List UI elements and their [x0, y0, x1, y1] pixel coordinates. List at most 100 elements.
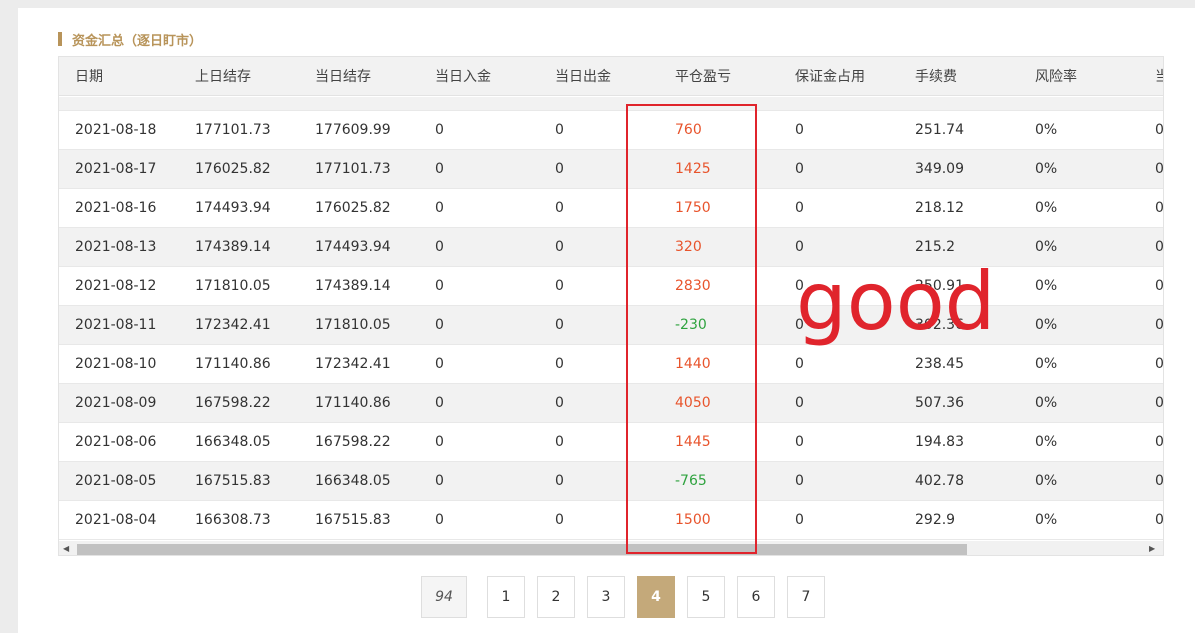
table-cell: 174389.14: [195, 239, 271, 255]
column-header: 当日: [1155, 57, 1163, 95]
fund-table: 日期 上日结存 当日结存 当日入金 当日出金 平仓盈亏 保证金占用 手续费 风险率 当日 2021…: [58, 56, 1164, 556]
scroll-right-icon[interactable]: ▶: [1149, 545, 1155, 553]
table-cell: 0: [795, 395, 804, 411]
table-row[interactable]: 2021-08-12 171810.05 174389.14 0 0 2830 0 250.9…: [59, 267, 1163, 306]
table-cell: 0%: [1035, 434, 1058, 450]
table-cell: 2021-08-04: [75, 512, 157, 528]
table-cell: 0: [1155, 423, 1163, 461]
column-header: 上日结存: [195, 69, 251, 85]
table-cell: 2021-08-06: [75, 434, 157, 450]
table-row[interactable]: 2021-08-16 174493.94 176025.82 0 0 1750 0 218.1…: [59, 189, 1163, 228]
table-cell: 166308.73: [195, 512, 271, 528]
horizontal-scrollbar[interactable]: ◀ ▶: [59, 541, 1163, 555]
table-cell: 174493.94: [315, 239, 391, 255]
table-cell: 0: [555, 473, 564, 489]
table-cell: 0%: [1035, 356, 1058, 372]
table-cell: 2021-08-10: [75, 356, 157, 372]
table-cell: 0: [555, 317, 564, 333]
table-cell: 292.9: [915, 512, 956, 528]
table-cell: 0: [1155, 267, 1163, 305]
table-cell: 349.09: [915, 161, 964, 177]
table-row[interactable]: 2021-08-06 166348.05 167598.22 0 0 1445 0 194.8…: [59, 423, 1163, 462]
table-cell: 0: [1155, 306, 1163, 344]
table-row[interactable]: 2021-08-11 172342.41 171810.05 0 0 -230 0 302.3…: [59, 306, 1163, 345]
column-header: 风险率: [1035, 69, 1077, 85]
scroll-left-icon[interactable]: ◀: [63, 545, 69, 553]
table-row[interactable]: 2021-08-04 166308.73 167515.83 0 0 1500 0 292.9…: [59, 501, 1163, 540]
column-header: 手续费: [915, 69, 957, 85]
table-cell: 171140.86: [195, 356, 271, 372]
table-cell: 0: [555, 200, 564, 216]
table-cell: 0: [795, 122, 804, 138]
table-row[interactable]: 2021-08-05 167515.83 166348.05 0 0 -765 0 402.7…: [59, 462, 1163, 501]
page-button-4[interactable]: 4: [637, 576, 675, 618]
section-title-bar: [58, 32, 62, 46]
table-cell: 0: [435, 200, 444, 216]
page-button-1[interactable]: 1: [487, 576, 525, 618]
table-cell: 0: [795, 434, 804, 450]
page-total-button[interactable]: 94: [421, 576, 467, 618]
table-cell: 2021-08-16: [75, 200, 157, 216]
table-cell: 172342.41: [195, 317, 271, 333]
vertical-scrollbar[interactable]: ▲ ▼: [1163, 97, 1164, 542]
table-cell: 0%: [1035, 161, 1058, 177]
table-body[interactable]: 2021-08-18 177101.73 177609.99 0 0 760 0 251.74…: [59, 97, 1163, 541]
table-cell: 167598.22: [315, 434, 391, 450]
table-cell: 176025.82: [315, 200, 391, 216]
table-cell: 0: [1155, 462, 1163, 500]
table-cell: 0: [555, 434, 564, 450]
table-cell: 251.74: [915, 122, 964, 138]
section-title: 资金汇总（逐日盯市）: [58, 30, 203, 49]
table-row[interactable]: 2021-08-09 167598.22 171140.86 0 0 4050 0 507.3…: [59, 384, 1163, 423]
table-cell: 0: [1155, 228, 1163, 266]
table-cell: 0: [555, 356, 564, 372]
pagination: 94 1 2 3 4 5 6 7: [421, 576, 837, 618]
table-cell: 166348.05: [315, 473, 391, 489]
column-header: 平仓盈亏: [675, 69, 731, 85]
table-cell: 0: [435, 317, 444, 333]
table-cell: 2021-08-13: [75, 239, 157, 255]
table-cell: 174493.94: [195, 200, 271, 216]
page-button-6[interactable]: 6: [737, 576, 775, 618]
table-cell: 0: [1155, 501, 1163, 539]
table-cell: 0: [795, 473, 804, 489]
table-cell: 172342.41: [315, 356, 391, 372]
table-cell: 0: [435, 122, 444, 138]
table-row[interactable]: 2021-08-17 176025.82 177101.73 0 0 1425 0 349.0…: [59, 150, 1163, 189]
table-cell: 177101.73: [195, 122, 271, 138]
column-header: 保证金占用: [795, 69, 865, 85]
horizontal-scroll-thumb[interactable]: [77, 544, 967, 555]
table-cell: 2021-08-17: [75, 161, 157, 177]
page-button-5[interactable]: 5: [687, 576, 725, 618]
table-cell: 0: [555, 239, 564, 255]
page-button-3[interactable]: 3: [587, 576, 625, 618]
table-cell: 0: [435, 278, 444, 294]
table-cell: 0: [435, 434, 444, 450]
section-title-text: 资金汇总（逐日盯市）: [72, 33, 203, 49]
table-cell: 166348.05: [195, 434, 271, 450]
table-cell: 0%: [1035, 278, 1058, 294]
table-cell: 177101.73: [315, 161, 391, 177]
table-cell: 0: [795, 161, 804, 177]
table-row[interactable]: 2021-08-10 171140.86 172342.41 0 0 1440 0 238.4…: [59, 345, 1163, 384]
highlight-box-annotation: [626, 104, 757, 554]
table-cell: 0: [555, 161, 564, 177]
table-cell: 218.12: [915, 200, 964, 216]
table-cell: 167515.83: [195, 473, 271, 489]
table-cell: 0: [435, 161, 444, 177]
table-cell: 402.78: [915, 473, 964, 489]
table-cell: 0: [1155, 345, 1163, 383]
table-row[interactable]: 2021-08-18 177101.73 177609.99 0 0 760 0 251.74…: [59, 111, 1163, 150]
page-button-2[interactable]: 2: [537, 576, 575, 618]
table-cell: 171810.05: [315, 317, 391, 333]
table-cell: 2021-08-05: [75, 473, 157, 489]
table-cell: 194.83: [915, 434, 964, 450]
table-row[interactable]: 2021-08-13 174389.14 174493.94 0 0 320 0 215.2 0…: [59, 228, 1163, 267]
table-cell: 171140.86: [315, 395, 391, 411]
page-button-7[interactable]: 7: [787, 576, 825, 618]
table-header: 日期 上日结存 当日结存 当日入金 当日出金 平仓盈亏 保证金占用 手续费 风险率 当日: [59, 57, 1163, 96]
table-cell: 174389.14: [315, 278, 391, 294]
table-cell: 0: [435, 239, 444, 255]
table-cell: 0: [435, 395, 444, 411]
table-cell: 0: [555, 278, 564, 294]
